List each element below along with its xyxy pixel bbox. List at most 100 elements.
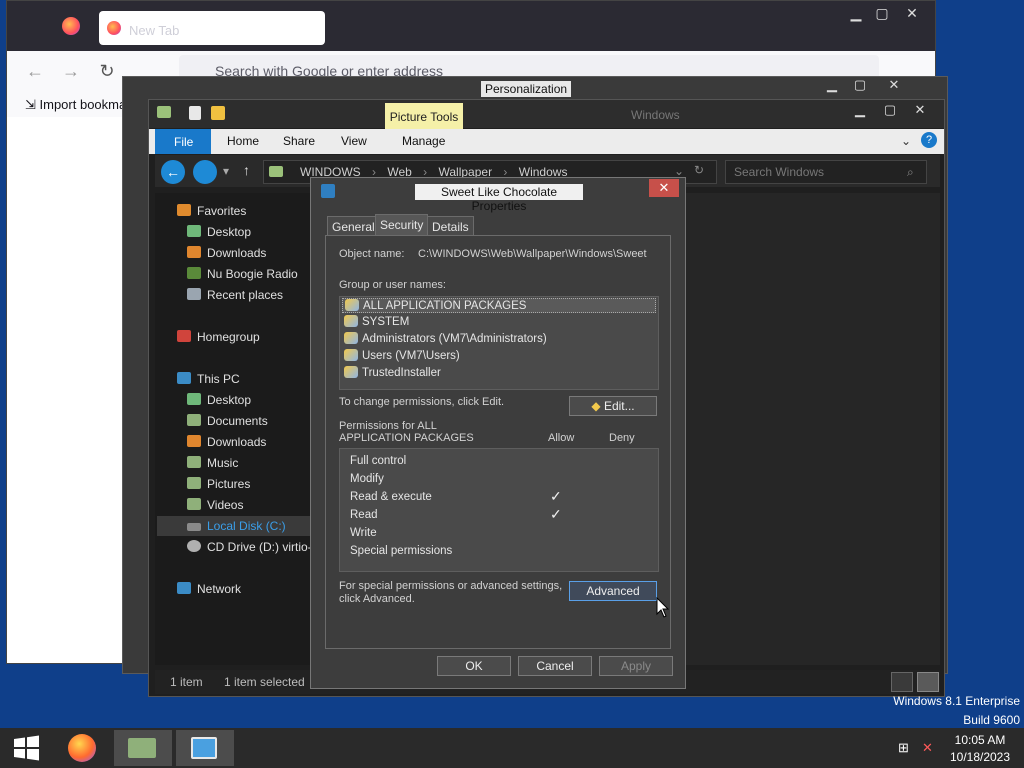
edit-button[interactable]: ◆ Edit... xyxy=(569,396,657,416)
list-item[interactable]: Users (VM7\Users) xyxy=(344,349,460,362)
back-icon[interactable]: ← xyxy=(161,160,185,184)
nav-pc-downloads[interactable]: Downloads xyxy=(187,435,266,449)
user-group-icon xyxy=(344,366,358,378)
ribbon-tabs xyxy=(149,129,944,154)
clock-date[interactable]: 10/18/2023 xyxy=(948,750,1012,764)
forward-icon[interactable]: → xyxy=(59,61,83,82)
deny-header: Deny xyxy=(609,432,635,444)
nav-homegroup[interactable]: Homegroup xyxy=(177,330,260,344)
nav-pc-cddrive[interactable]: CD Drive (D:) virtio- xyxy=(187,540,312,554)
network-tray-icon[interactable]: ⊞ xyxy=(898,740,909,756)
properties-icon[interactable] xyxy=(189,106,201,120)
tab-security[interactable]: Security xyxy=(375,214,429,236)
network-icon xyxy=(177,582,191,594)
nav-label: Music xyxy=(207,456,239,470)
details-view-icon[interactable] xyxy=(891,672,913,692)
apply-button[interactable]: Apply xyxy=(599,656,673,676)
tab-share[interactable]: Share xyxy=(283,134,315,148)
clock-time[interactable]: 10:05 AM xyxy=(948,733,1012,747)
mouse-cursor-icon xyxy=(656,597,670,618)
user-group-icon xyxy=(344,315,358,327)
tab-file[interactable]: File xyxy=(155,129,211,154)
allow-read-check-icon: ✓ xyxy=(550,506,562,522)
help-icon[interactable]: ? xyxy=(921,132,937,148)
tab-general[interactable]: General xyxy=(327,216,380,236)
firefox-tab[interactable]: New Tab xyxy=(99,11,325,45)
up-icon[interactable]: ↑ xyxy=(243,162,250,178)
back-icon[interactable]: ← xyxy=(23,61,47,82)
new-folder-icon[interactable] xyxy=(211,106,225,120)
nav-fav-radio[interactable]: Nu Boogie Radio xyxy=(187,267,298,281)
ok-button[interactable]: OK xyxy=(437,656,511,676)
close-icon[interactable]: ✕ xyxy=(907,102,933,120)
search-placeholder: Search Windows xyxy=(734,165,825,179)
group-label: Users (VM7\Users) xyxy=(362,350,460,362)
control-panel-taskbar-button[interactable] xyxy=(176,730,234,766)
minimize-icon[interactable]: ▁ xyxy=(847,102,873,120)
nav-pc-pictures[interactable]: Pictures xyxy=(187,477,250,491)
explorer-taskbar-button[interactable] xyxy=(114,730,172,766)
nav-label: Homegroup xyxy=(197,330,260,344)
nav-pc-videos[interactable]: Videos xyxy=(187,498,243,512)
chevron-down-icon[interactable]: ⌄ xyxy=(674,164,684,178)
radio-icon xyxy=(187,267,201,279)
nav-network[interactable]: Network xyxy=(177,582,241,596)
list-item[interactable]: TrustedInstaller xyxy=(344,366,441,379)
nav-favorites[interactable]: Favorites xyxy=(177,204,246,218)
close-icon[interactable]: ✕ xyxy=(897,5,927,25)
nav-pc-documents[interactable]: Documents xyxy=(187,414,268,428)
user-group-icon xyxy=(344,332,358,344)
build-watermark: Build 9600 xyxy=(963,713,1020,727)
nav-label: Desktop xyxy=(207,393,252,407)
tab-home[interactable]: Home xyxy=(227,134,259,148)
tab-view[interactable]: View xyxy=(341,134,367,148)
homegroup-icon xyxy=(177,330,191,342)
close-icon[interactable]: ✕ xyxy=(881,77,907,95)
cancel-button[interactable]: Cancel xyxy=(518,656,592,676)
forward-icon[interactable] xyxy=(193,160,217,184)
search-input[interactable]: Search Windows xyxy=(725,160,927,184)
perm-write: Write xyxy=(350,527,377,539)
volume-muted-icon[interactable]: ✕ xyxy=(922,740,933,756)
maximize-icon[interactable]: ▢ xyxy=(867,5,897,25)
nav-label: Documents xyxy=(207,414,268,428)
nav-label: Desktop xyxy=(207,225,252,239)
advanced-button[interactable]: Advanced xyxy=(569,581,657,601)
minimize-icon[interactable]: ▁ xyxy=(819,77,845,95)
firefox-logo-icon[interactable] xyxy=(62,17,80,35)
nav-pc-desktop[interactable]: Desktop xyxy=(187,393,251,407)
nav-pc-localdisk[interactable]: Local Disk (C:) xyxy=(157,516,313,536)
nav-label: Downloads xyxy=(207,246,267,260)
folder-icon xyxy=(157,106,171,118)
group-list[interactable]: ALL APPLICATION PACKAGES SYSTEM Administ… xyxy=(339,296,659,390)
nav-fav-recent[interactable]: Recent places xyxy=(187,288,283,302)
firefox-taskbar-button[interactable] xyxy=(54,730,112,766)
file-explorer-icon xyxy=(128,738,156,758)
permissions-for-label-1: Permissions for ALL xyxy=(339,420,437,432)
nav-label: Nu Boogie Radio xyxy=(207,267,298,281)
nav-fav-downloads[interactable]: Downloads xyxy=(187,246,266,260)
explorer-titlebar xyxy=(149,100,944,128)
list-item[interactable]: Administrators (VM7\Administrators) xyxy=(344,332,547,345)
reload-icon[interactable]: ↻ xyxy=(95,61,119,82)
maximize-icon[interactable]: ▢ xyxy=(847,77,873,95)
refresh-icon[interactable]: ↻ xyxy=(694,163,704,177)
import-bookmarks-icon: ⇲ xyxy=(25,97,40,112)
list-item[interactable]: ALL APPLICATION PACKAGES xyxy=(342,298,656,313)
shield-icon: ◆ xyxy=(591,399,604,413)
large-icons-view-icon[interactable] xyxy=(917,672,939,692)
list-item[interactable]: SYSTEM xyxy=(344,315,409,328)
group-label: Administrators (VM7\Administrators) xyxy=(362,333,547,345)
maximize-icon[interactable]: ▢ xyxy=(877,102,903,120)
explorer-title: Windows xyxy=(631,108,680,122)
tab-details[interactable]: Details xyxy=(427,216,474,236)
nav-pc-music[interactable]: Music xyxy=(187,456,238,470)
nav-fav-desktop[interactable]: Desktop xyxy=(187,225,251,239)
close-icon[interactable]: ✕ xyxy=(649,179,679,197)
recent-dropdown-icon[interactable]: ▾ xyxy=(223,164,229,178)
nav-label: Downloads xyxy=(207,435,267,449)
chevron-down-icon[interactable]: ⌄ xyxy=(901,134,911,148)
tab-manage[interactable]: Manage xyxy=(402,134,445,148)
nav-thispc[interactable]: This PC xyxy=(177,372,240,386)
nav-label: CD Drive (D:) virtio- xyxy=(207,540,312,554)
